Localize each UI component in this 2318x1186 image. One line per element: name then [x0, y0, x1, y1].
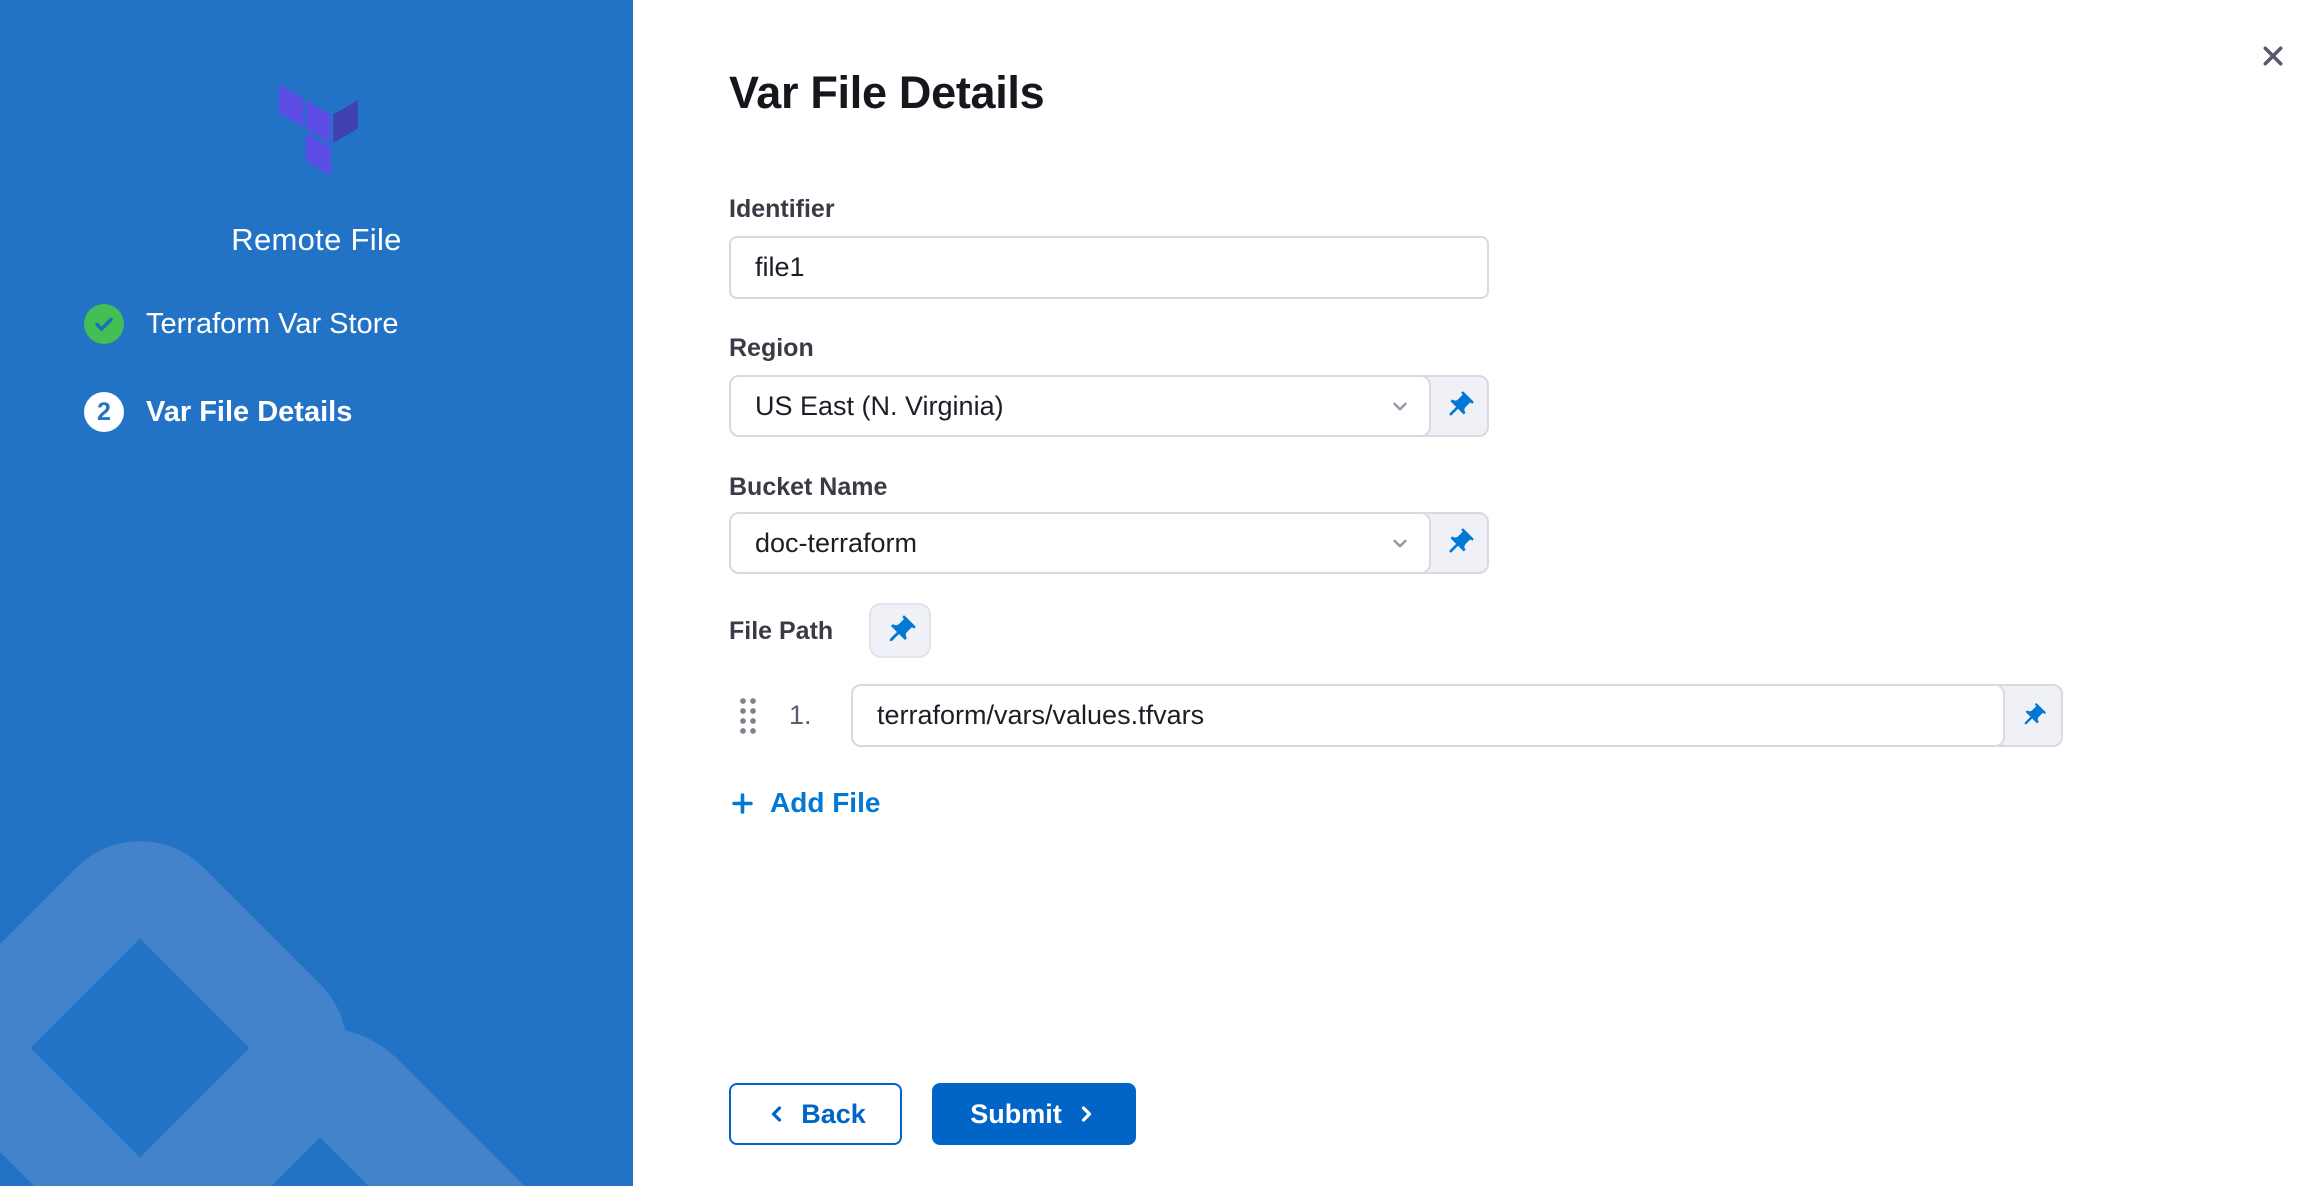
pin-icon — [2019, 702, 2047, 730]
plus-icon — [729, 790, 756, 817]
region-selected-value: US East (N. Virginia) — [755, 391, 1004, 422]
step-number-badge: 2 — [84, 392, 124, 432]
identifier-input[interactable] — [729, 236, 1489, 299]
chevron-left-icon — [765, 1102, 789, 1126]
back-button[interactable]: Back — [729, 1083, 902, 1145]
step-var-file-details[interactable]: 2 Var File Details — [84, 392, 633, 432]
pin-icon — [1443, 527, 1475, 559]
bucket-name-select[interactable]: doc-terraform — [729, 512, 1431, 574]
pin-icon — [1443, 390, 1475, 422]
back-button-label: Back — [801, 1099, 866, 1130]
terraform-logo-icon — [272, 82, 362, 178]
file-path-label: File Path — [729, 616, 833, 646]
file-path-row: 1. — [729, 684, 2318, 747]
drag-handle-icon[interactable] — [737, 696, 761, 736]
submit-button[interactable]: Submit — [932, 1083, 1136, 1145]
file-path-row-pin-button[interactable] — [2005, 686, 2061, 745]
bucket-pin-button[interactable] — [1431, 514, 1487, 572]
region-pin-button[interactable] — [1431, 377, 1487, 435]
region-select-group: US East (N. Virginia) — [729, 375, 1489, 437]
var-file-details-panel: Var File Details Identifier Region US Ea… — [633, 0, 2318, 1186]
wizard-logo — [0, 82, 633, 178]
file-path-input-group — [851, 684, 2063, 747]
wizard-actions: Back Submit — [729, 1083, 2318, 1145]
file-path-pin-button[interactable] — [869, 603, 931, 658]
bucket-name-label: Bucket Name — [729, 472, 2318, 502]
step-label: Var File Details — [146, 396, 352, 429]
submit-button-label: Submit — [970, 1099, 1062, 1130]
check-icon — [92, 312, 116, 336]
wizard-steps: Terraform Var Store 2 Var File Details — [0, 304, 633, 432]
close-icon — [2257, 40, 2289, 72]
file-path-input[interactable] — [851, 684, 2005, 747]
region-label: Region — [729, 333, 2318, 363]
row-index: 1. — [789, 700, 825, 731]
wizard-sidebar: Remote File Terraform Var Store 2 Var Fi… — [0, 0, 633, 1186]
chevron-down-icon — [1387, 530, 1413, 556]
add-file-button[interactable]: Add File — [729, 787, 880, 819]
add-file-label: Add File — [770, 787, 880, 819]
pin-icon — [883, 614, 917, 648]
chevron-right-icon — [1074, 1102, 1098, 1126]
close-button[interactable] — [2250, 34, 2296, 80]
page-title: Var File Details — [729, 66, 2318, 120]
region-select[interactable]: US East (N. Virginia) — [729, 375, 1431, 437]
step-completed-badge — [84, 304, 124, 344]
identifier-label: Identifier — [729, 194, 2318, 224]
file-path-header: File Path — [729, 603, 2318, 658]
step-terraform-var-store[interactable]: Terraform Var Store — [84, 304, 633, 344]
wizard-title: Remote File — [0, 222, 633, 258]
chevron-down-icon — [1387, 393, 1413, 419]
step-label: Terraform Var Store — [146, 308, 398, 341]
bucket-selected-value: doc-terraform — [755, 528, 917, 559]
bucket-select-group: doc-terraform — [729, 512, 1489, 574]
